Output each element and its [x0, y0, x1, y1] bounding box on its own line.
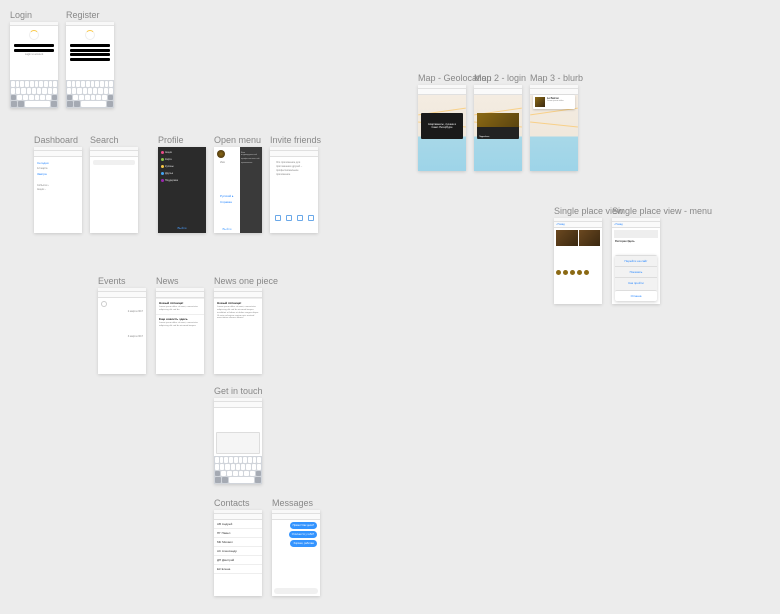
screen-messages[interactable]: Привет! Как дела? Отлично! А у тебя? Хор…: [272, 510, 320, 596]
logout-button[interactable]: Выйти: [214, 225, 240, 233]
screen-label-login: Login: [10, 10, 32, 20]
menu-item-site[interactable]: Перейти на сайт: [615, 255, 657, 266]
screen-label-dashboard: Dashboard: [34, 135, 78, 145]
screen-label-events: Events: [98, 276, 126, 286]
screen-label-open-menu: Open menu: [214, 135, 261, 145]
screen-label-map2: Map 2 - login: [474, 73, 526, 83]
place-photo[interactable]: [579, 230, 601, 246]
keyboard[interactable]: [66, 80, 114, 108]
spinner-icon: [85, 30, 95, 40]
screen-label-invite: Invite friends: [270, 135, 321, 145]
keyboard[interactable]: [214, 456, 262, 484]
user-avatar[interactable]: [584, 270, 589, 275]
screen-events[interactable]: 2 марта 2017 3 марта 2017: [98, 288, 146, 374]
refresh-icon[interactable]: [101, 301, 107, 307]
chat-input[interactable]: [274, 588, 318, 594]
field-3[interactable]: [70, 53, 110, 56]
screen-login[interactable]: Login to account: [10, 22, 58, 108]
menu-item-show[interactable]: Показать: [615, 266, 657, 277]
share-icon-1[interactable]: [275, 215, 281, 221]
share-icon-3[interactable]: [297, 215, 303, 221]
logout-button[interactable]: Выйти: [158, 226, 206, 230]
news-item[interactable]: Еще новость здесь Lorem ipsum dolor sit …: [156, 314, 204, 330]
screen-place2[interactable]: ‹ Назад Ресторан Здесь Перейти на сайт П…: [612, 218, 660, 304]
username-field[interactable]: [14, 44, 54, 47]
action-sheet: Перейти на сайт Показать Как пройти Отме…: [615, 255, 657, 301]
user-avatar[interactable]: [563, 270, 568, 275]
back-button[interactable]: ‹ Назад: [612, 223, 623, 226]
screen-dashboard[interactable]: Сегодня 12 марта Завтра События › Акции …: [34, 147, 82, 233]
message-bubble: Привет! Как дела?: [290, 522, 317, 529]
contact-item[interactable]: ПГ Павел: [214, 529, 262, 538]
field-2[interactable]: [70, 49, 110, 52]
screen-open-menu[interactable]: Имя Русский ▸ Справка Ваш индивидуальный…: [214, 147, 262, 233]
contact-item[interactable]: МК Михаил: [214, 538, 262, 547]
news-item[interactable]: Новый пятница! Lorem ipsum dolor sit ame…: [156, 298, 204, 314]
login-footer: Login to account: [13, 53, 55, 56]
screen-label-news: News: [156, 276, 179, 286]
keyboard[interactable]: [10, 80, 58, 108]
screen-touch[interactable]: [214, 398, 262, 484]
screen-news-one[interactable]: Новый пятница! Lorem ipsum dolor sit ame…: [214, 288, 262, 374]
screen-contacts[interactable]: АВ Андрей ПГ Павел МК Михаил АС Александ…: [214, 510, 262, 596]
screen-label-search: Search: [90, 135, 119, 145]
share-icon-2[interactable]: [286, 215, 292, 221]
screen-label-place2: Single place view - menu: [612, 206, 712, 216]
screen-invite[interactable]: Это приложение для приглашения друзей – …: [270, 147, 318, 233]
side-menu[interactable]: Ваш индивидуальный профессиональный прил…: [240, 147, 262, 233]
field-1[interactable]: [70, 44, 110, 47]
screen-map1[interactable]: Апартаменты, лучшие в Санкт-Петербурге: [418, 85, 466, 171]
message-bubble: Хорошо, работаю: [290, 540, 317, 547]
share-icon-4[interactable]: [308, 215, 314, 221]
menu-item-cancel[interactable]: Отмена: [615, 290, 657, 301]
back-button[interactable]: ‹ Назад: [554, 223, 565, 226]
search-input[interactable]: [93, 160, 135, 165]
screen-label-profile: Profile: [158, 135, 184, 145]
screen-map3[interactable]: Le Balcon Lorem ipsum dolor: [530, 85, 578, 171]
screen-label-touch: Get in touch: [214, 386, 263, 396]
user-avatar[interactable]: [577, 270, 582, 275]
spinner-icon: [29, 30, 39, 40]
screen-label-contacts: Contacts: [214, 498, 250, 508]
screen-label-register: Register: [66, 10, 100, 20]
contact-item[interactable]: ДП Дмитрий: [214, 556, 262, 565]
place-hero: [614, 230, 658, 238]
screen-map2[interactable]: Подробнее: [474, 85, 522, 171]
screen-label-messages: Messages: [272, 498, 313, 508]
screen-profile[interactable]: Акции Карта Купоны Друзья Поддержка Выйт…: [158, 147, 206, 233]
message-bubble: Отлично! А у тебя?: [289, 531, 317, 538]
user-avatar[interactable]: [556, 270, 561, 275]
password-field[interactable]: [14, 49, 54, 52]
screen-register[interactable]: [66, 22, 114, 108]
message-input[interactable]: [216, 432, 260, 454]
screen-place1[interactable]: ‹ Назад: [554, 218, 602, 304]
place-photo[interactable]: [556, 230, 578, 246]
user-avatar[interactable]: [570, 270, 575, 275]
avatar-icon: [217, 150, 225, 158]
field-4[interactable]: [70, 58, 110, 61]
screen-label-map3: Map 3 - blurb: [530, 73, 583, 83]
contact-item[interactable]: АС Александр: [214, 547, 262, 556]
menu-item-directions[interactable]: Как пройти: [615, 277, 657, 288]
screen-search[interactable]: [90, 147, 138, 233]
contact-item[interactable]: ЕК Елена: [214, 565, 262, 574]
screen-label-news-one: News one piece: [214, 276, 278, 286]
contact-item[interactable]: АВ Андрей: [214, 520, 262, 529]
screen-news[interactable]: Новый пятница! Lorem ipsum dolor sit ame…: [156, 288, 204, 374]
